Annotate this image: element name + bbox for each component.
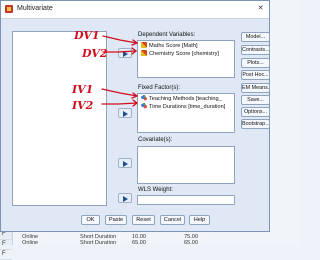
annotation-iv1: IV1 bbox=[72, 83, 94, 96]
annotation-dv1: DV1 bbox=[74, 29, 100, 42]
annotation-arrows bbox=[101, 35, 139, 107]
annotation-arrow-iv1 bbox=[101, 88, 138, 97]
annotation-arrow-iv2 bbox=[101, 102, 138, 105]
annotation-dv2: DV2 bbox=[82, 47, 108, 60]
annotation-arrow-dv1 bbox=[102, 35, 138, 44]
annotation-iv2: IV2 bbox=[72, 99, 94, 112]
